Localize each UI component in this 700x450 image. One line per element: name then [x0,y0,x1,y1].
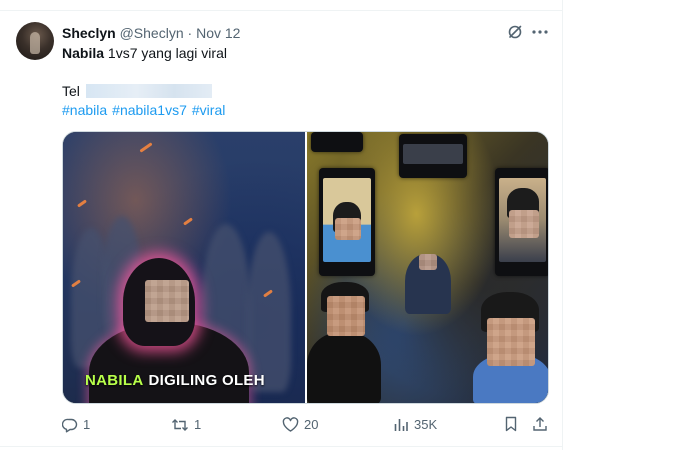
grok-icon[interactable] [507,24,523,40]
media-image-left[interactable]: NABILA DIGILING OLEH [63,132,305,403]
phone-frame [399,134,467,178]
handle[interactable]: @Sheclyn [120,25,184,41]
face-blur [145,280,189,322]
tweet-title-rest: 1vs7 yang lagi viral [104,45,227,61]
phone-frame [495,168,548,276]
more-icon[interactable] [531,24,549,40]
retweet-icon [172,419,188,431]
face-blur [509,210,539,238]
separator: · [187,25,193,41]
reply-icon [62,418,78,433]
tweet[interactable]: Sheclyn @Sheclyn · Nov 12 Nabila 1vs7 ya… [0,0,563,450]
hashtag-nabila[interactable]: #nabila [62,102,107,118]
face-blur [335,218,361,240]
avatar[interactable] [16,22,54,60]
caption-highlight: NABILA [85,372,144,389]
retweet-count: 1 [194,417,202,432]
hashtag-line: #nabila #nabila1vs7 #viral [62,101,230,119]
media-caption: NABILA DIGILING OLEH [85,372,265,389]
retweet-button[interactable]: 1 [171,416,201,434]
display-name[interactable]: Sheclyn [62,25,116,41]
caption-rest: DIGILING OLEH [148,372,265,389]
spark [183,217,193,226]
phone-frame [311,132,363,152]
share-button[interactable] [532,416,548,432]
tweet-text-line-1: Nabila 1vs7 yang lagi viral [62,44,227,62]
tweet-text-line-2: Tel [62,82,212,100]
hashtag-nabila1vs7[interactable]: #nabila1vs7 [112,102,187,118]
action-bar: 1 1 20 35K [62,416,549,436]
background-person [247,232,291,392]
face-blur [327,296,365,336]
phone-frame [319,168,375,276]
spark [139,142,153,153]
tweet-header: Sheclyn @Sheclyn · Nov 12 [62,24,240,42]
phone-screen [403,144,463,164]
like-icon [282,417,299,432]
reply-button[interactable]: 1 [62,416,90,434]
tweet-title-bold: Nabila [62,45,105,61]
like-count: 20 [304,417,319,432]
divider-bottom [0,446,563,447]
share-icon [533,417,547,431]
media-grid[interactable]: NABILA DIGILING OLEH [62,131,549,404]
views-button[interactable]: 35K [393,416,437,434]
spark [77,199,87,208]
views-icon [394,419,408,431]
face-blur [487,318,535,366]
redacted-contact [85,84,212,98]
person-body [307,332,381,403]
tweet-date[interactable]: Nov 12 [196,25,240,41]
reply-count: 1 [83,417,91,432]
media-image-right[interactable] [307,132,548,403]
like-button[interactable]: 20 [282,416,318,434]
divider-top [0,10,563,11]
face-blur [419,254,437,270]
tel-label: Tel [62,83,80,99]
bookmark-button[interactable] [504,416,518,432]
bookmark-icon [505,416,517,432]
hashtag-viral[interactable]: #viral [192,102,225,118]
views-count: 35K [414,417,438,432]
